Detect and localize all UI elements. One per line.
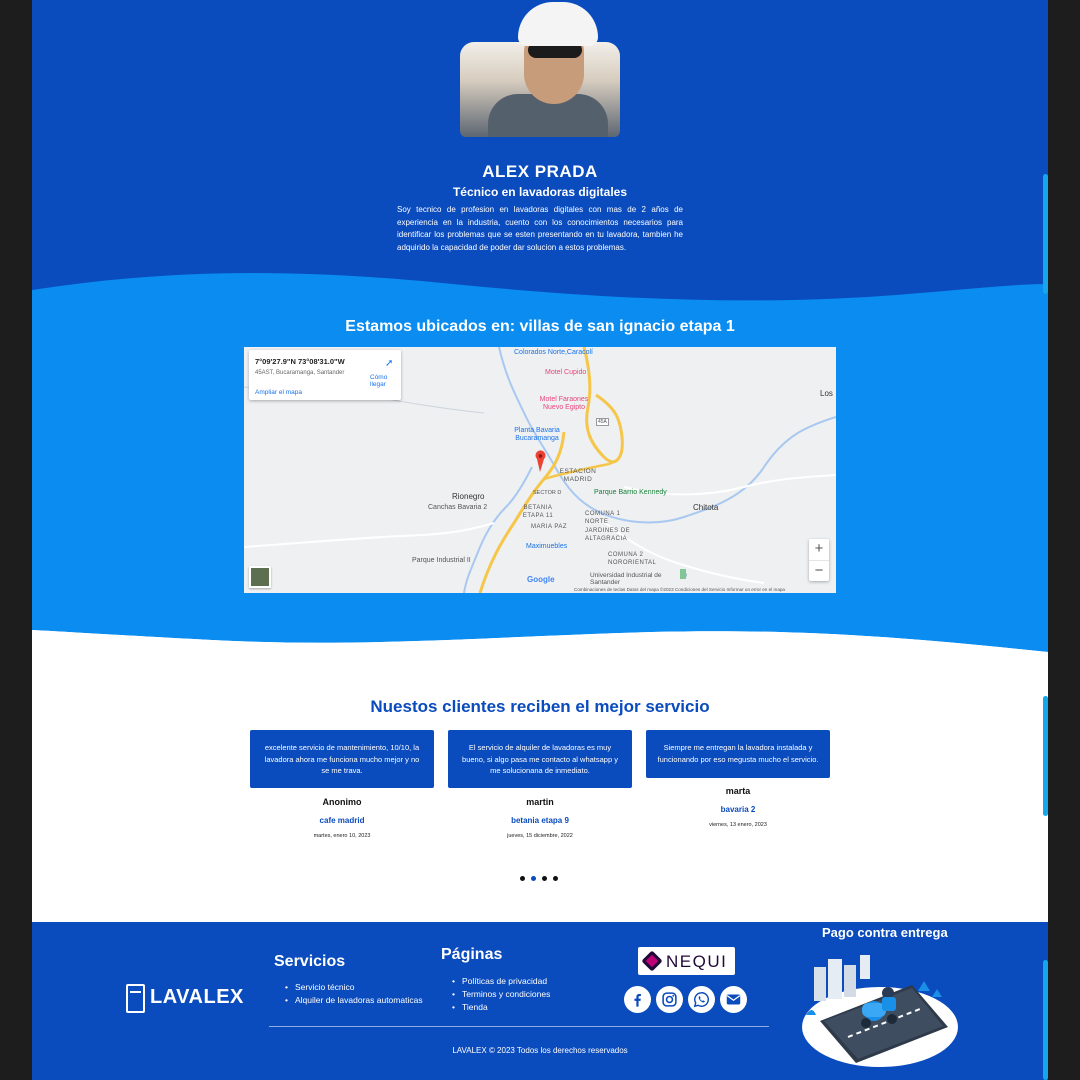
map-address: 45AST, Bucaramanga, Santander — [255, 370, 345, 376]
map-label-los: Los — [820, 389, 833, 398]
carousel-dot-4[interactable] — [553, 876, 558, 881]
carousel-dots — [520, 876, 560, 882]
map-label-parque-kennedy: Parque Barrio Kennedy — [594, 489, 667, 496]
cod-title: Pago contra entrega — [822, 925, 948, 940]
map-coords: 7°09'27.9"N 73°08'31.0"W — [255, 357, 345, 366]
map-label-road-45a: 45A — [596, 418, 609, 426]
directions-icon[interactable]: ➚ — [385, 359, 395, 369]
testimonial-date: jueves, 15 diciembre, 2022 — [507, 833, 573, 839]
zoom-out-button[interactable]: − — [809, 560, 829, 581]
profile-bio: Soy tecnico de profesion en lavadoras di… — [397, 205, 683, 252]
zoom-control: + − — [809, 539, 829, 581]
footer-logo[interactable]: LAVALEX — [126, 984, 243, 1014]
testimonial-card: El servicio de alquiler de lavadoras es … — [448, 730, 632, 788]
map-label-estacion-madrid: ESTACION MADRID — [559, 468, 597, 483]
footer-divider — [269, 1026, 769, 1027]
map-label-jardines: JARDINES DE ALTAGRACIA — [585, 528, 631, 542]
testimonial-author: martin — [526, 797, 554, 807]
carousel-dot-2[interactable] — [531, 876, 536, 881]
washer-icon — [126, 984, 145, 1013]
logo-text: LAVALEX — [150, 986, 244, 1008]
testimonial-card: excelente servicio de mantenimiento, 10/… — [250, 730, 434, 788]
delivery-illustration — [802, 955, 958, 1067]
map-label-comuna-1: COMUNA 1 NORTE — [585, 511, 621, 525]
map-footer: Combinaciones de teclas Datos del mapa ©… — [574, 587, 785, 592]
pages-heading: Páginas — [441, 946, 503, 963]
page: ALEX PRADA Técnico en lavadoras digitale… — [32, 0, 1048, 1080]
wave-divider-bottom — [32, 618, 1048, 668]
footer-link-privacidad[interactable]: Políticas de privacidad — [452, 975, 550, 988]
facebook-icon[interactable] — [624, 986, 651, 1013]
testimonials-title: Nuestos clientes reciben el mejor servic… — [370, 697, 710, 716]
map-label-colorados: Colorados Norte,Caracolí — [514, 349, 593, 356]
testimonial-date: viernes, 13 enero, 2023 — [709, 822, 767, 828]
map-label-canchas-bavaria: Canchas Bavaria 2 — [428, 504, 488, 511]
nequi-logo: NEQUI — [638, 947, 735, 975]
scrollbar-thumb[interactable] — [1043, 960, 1048, 1080]
map-label-rionegro: Rionegro — [452, 492, 485, 501]
footer-link-terminos[interactable]: Terminos y condiciones — [452, 988, 550, 1001]
map-label-uis: Universidad Industrial de Santander — [590, 572, 662, 586]
map-label-maria-paz: MARIA PAZ — [531, 524, 568, 530]
email-icon[interactable] — [720, 986, 747, 1013]
location-title: Estamos ubicados en: villas de san ignac… — [345, 318, 735, 335]
carousel-dot-3[interactable] — [542, 876, 547, 881]
map-label-betania: BETANIA ETAPA 11 — [522, 505, 554, 519]
whatsapp-icon[interactable] — [688, 986, 715, 1013]
services-heading: Servicios — [274, 953, 346, 970]
map-label-comuna-2: COMUNA 2 NORORIENTAL — [608, 552, 657, 566]
google-logo: Google — [527, 575, 555, 584]
testimonial-card: Siempre me entregan la lavadora instalad… — [646, 730, 830, 778]
testimonial-date: martes, enero 10, 2023 — [313, 833, 371, 839]
map-label-motel-cupido: Motel Cupido — [545, 369, 587, 376]
wave-divider-top — [32, 262, 1048, 312]
scrollbar-thumb[interactable] — [1043, 174, 1048, 294]
carousel-dot-1[interactable] — [520, 876, 525, 881]
zoom-in-button[interactable]: + — [809, 539, 829, 560]
enlarge-map-link[interactable]: Ampliar el mapa — [255, 389, 302, 396]
nequi-mark-icon — [641, 950, 663, 972]
map-label-maximuebles: Maximuebles — [526, 543, 568, 550]
nequi-text: NEQUI — [666, 952, 728, 971]
testimonial-place: cafe madrid — [319, 816, 365, 825]
testimonial-author: Anonimo — [322, 797, 362, 807]
satellite-toggle[interactable] — [249, 566, 271, 588]
profile-photo — [460, 0, 620, 137]
instagram-icon[interactable] — [656, 986, 683, 1013]
profile-role: Técnico en lavadoras digitales — [452, 185, 628, 199]
directions-link[interactable]: Cómo llegar — [370, 374, 401, 388]
map-label-chitota: Chitota — [693, 503, 719, 512]
footer-link-alquiler[interactable]: Alquiler de lavadoras automaticas — [285, 994, 423, 1007]
map-label-motel-faraones: Motel Faraones Nuevo Egipto — [539, 396, 589, 411]
embedded-map[interactable]: Colorados Norte,Caracolí Motel Cupido Mo… — [244, 347, 836, 593]
testimonial-place: bavaria 2 — [720, 805, 756, 814]
footer-link-servicio-tecnico[interactable]: Servicio técnico — [285, 981, 423, 994]
map-label-parque-industrial: Parque Industrial II — [412, 557, 471, 564]
testimonial-author: marta — [725, 786, 751, 796]
map-label-planta-bavaria: Planta Bavaria Bucaramanga — [514, 427, 560, 442]
map-label-sector-d: SECTOR D — [533, 490, 562, 496]
scrollbar-thumb[interactable] — [1043, 696, 1048, 816]
map-info-card: 7°09'27.9"N 73°08'31.0"W 45AST, Bucarama… — [249, 350, 401, 400]
profile-name: ALEX PRADA — [482, 162, 598, 181]
footer-link-tienda[interactable]: Tienda — [452, 1001, 550, 1014]
testimonial-place: betania etapa 9 — [511, 816, 569, 825]
